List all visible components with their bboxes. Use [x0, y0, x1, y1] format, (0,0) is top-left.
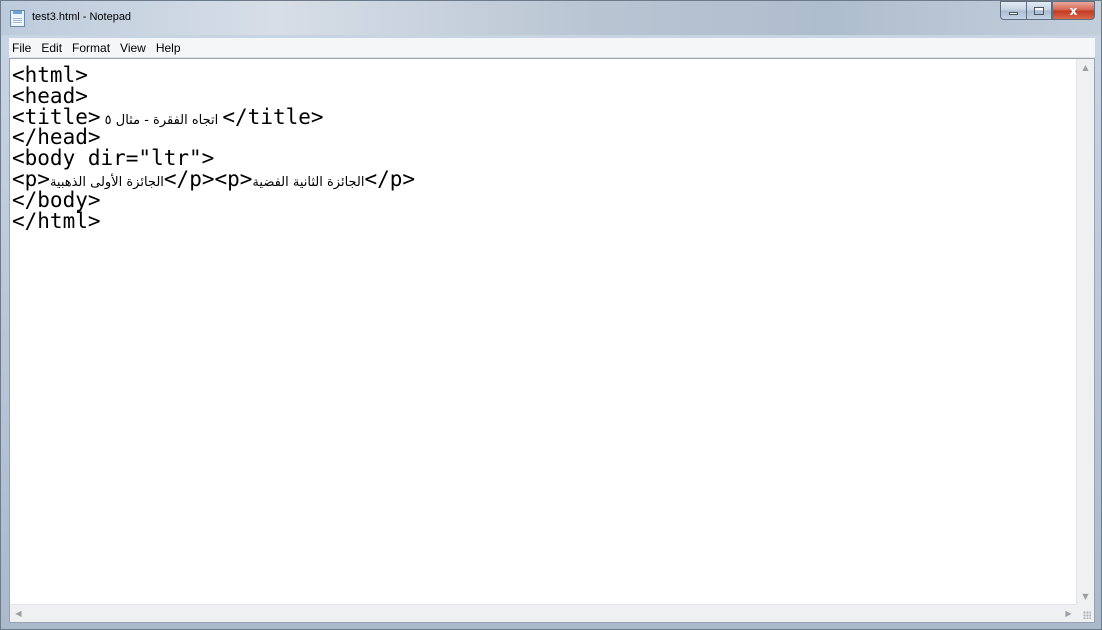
- code-text: </p><p>: [163, 166, 253, 191]
- code-text: </html>: [12, 208, 101, 233]
- text-line: <html>: [12, 65, 1077, 86]
- menu-edit[interactable]: Edit: [36, 41, 67, 55]
- scroll-left-icon[interactable]: ◀: [10, 605, 27, 622]
- text-line: </html>: [12, 208, 1077, 233]
- minimize-button[interactable]: [1000, 1, 1026, 20]
- text-editor-area[interactable]: <html> <head> <title> اتجاه الفقرة - مثال …: [10, 59, 1077, 605]
- notepad-window: test3.html - Notepad x File Edit Format …: [0, 0, 1102, 630]
- text-line: </head>: [12, 127, 1077, 148]
- close-button[interactable]: x: [1052, 1, 1095, 20]
- menu-view[interactable]: View: [115, 41, 151, 55]
- menu-bar: File Edit Format View Help: [9, 38, 1095, 58]
- menu-format[interactable]: Format: [67, 41, 115, 55]
- menu-file[interactable]: File: [9, 41, 36, 55]
- code-text: </title>: [222, 104, 324, 129]
- arabic-text: الجائزة الثانية الفضية: [252, 174, 365, 190]
- code-text: </p>: [364, 166, 416, 191]
- text-line: </body>: [12, 189, 1077, 211]
- close-icon: x: [1069, 3, 1078, 18]
- notepad-icon: [10, 10, 25, 27]
- scroll-right-icon[interactable]: ▶: [1060, 605, 1077, 622]
- window-title: test3.html - Notepad: [32, 11, 132, 23]
- menu-help[interactable]: Help: [151, 41, 186, 55]
- editor: <html> <head> <title> اتجاه الفقرة - مثال …: [9, 58, 1095, 623]
- maximize-icon: [1034, 6, 1044, 15]
- text-line: <p>الجائزة الأولى الذهبية</p><p>الجائزة …: [12, 166, 1077, 191]
- scroll-down-icon[interactable]: ▼: [1077, 588, 1094, 605]
- resize-grip-icon[interactable]: [1077, 605, 1094, 622]
- text-line: <head>: [12, 85, 1077, 107]
- minimize-icon: [1009, 12, 1018, 15]
- maximize-button[interactable]: [1026, 1, 1052, 20]
- text-line: <body dir="ltr">: [12, 148, 1077, 169]
- title-bar[interactable]: test3.html - Notepad x: [1, 1, 1101, 35]
- vertical-scrollbar[interactable]: ▲ ▼: [1076, 59, 1094, 605]
- arabic-text: اتجاه الفقرة - مثال ٥: [100, 112, 223, 128]
- horizontal-scrollbar[interactable]: ◀ ▶: [10, 604, 1077, 622]
- scroll-up-icon[interactable]: ▲: [1077, 59, 1094, 76]
- window-controls: x: [1000, 1, 1095, 21]
- text-line: <title> اتجاه الفقرة - مثال ٥ </title>: [12, 104, 1077, 129]
